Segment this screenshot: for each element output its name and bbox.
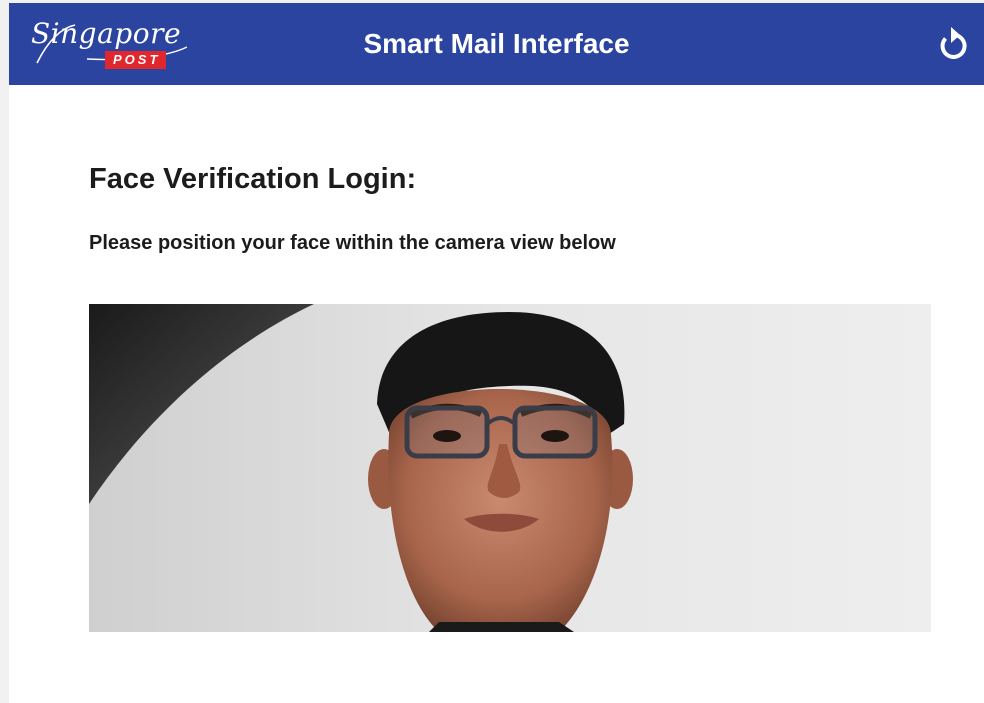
page-heading: Face Verification Login: — [89, 163, 417, 195]
camera-view — [89, 304, 931, 632]
instruction-text: Please position your face within the cam… — [89, 232, 616, 254]
app-window: Singapore POST Smart Mail Interface Face… — [9, 3, 984, 703]
refresh-icon — [940, 27, 967, 59]
camera-feed-image — [89, 304, 931, 632]
top-bar: Singapore POST Smart Mail Interface — [9, 3, 984, 85]
app-title: Smart Mail Interface — [363, 28, 630, 59]
refresh-button[interactable] — [933, 24, 973, 64]
